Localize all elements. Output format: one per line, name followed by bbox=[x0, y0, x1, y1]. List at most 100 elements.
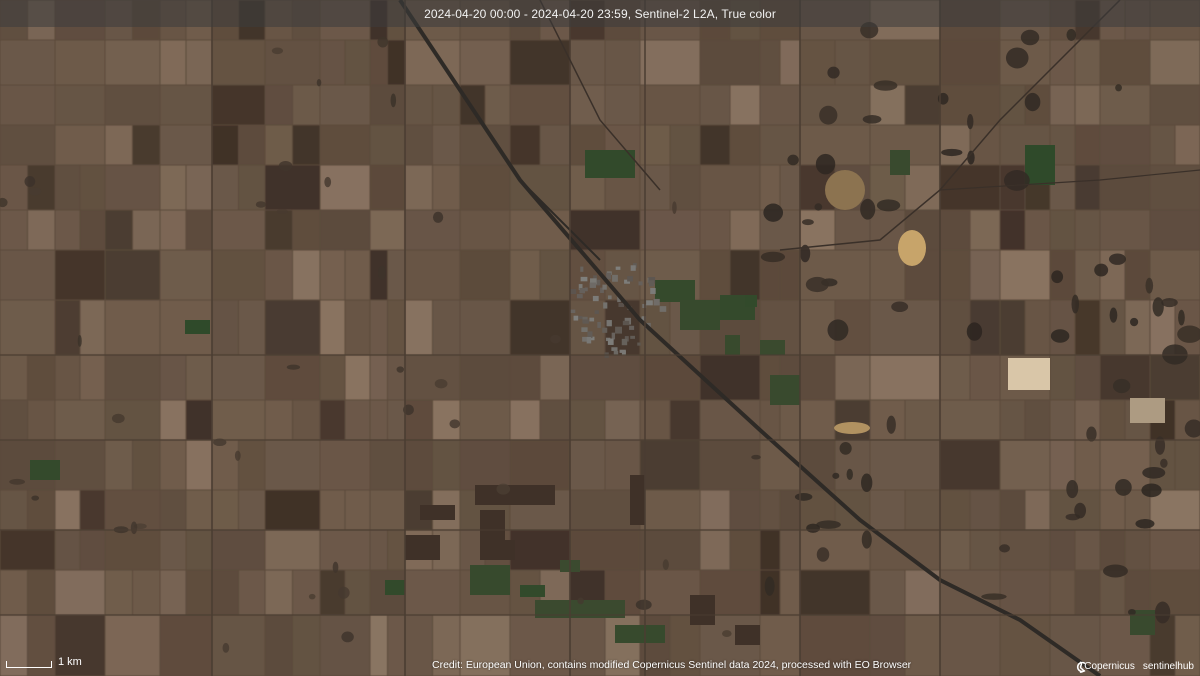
field-parcel bbox=[370, 85, 405, 125]
field-parcel bbox=[970, 125, 1000, 165]
vegetation-patch bbox=[751, 454, 761, 460]
field-parcel bbox=[320, 210, 370, 250]
town-block bbox=[576, 294, 583, 299]
vegetation-patch bbox=[672, 201, 677, 215]
vegetation-patch bbox=[635, 599, 652, 610]
field-parcel bbox=[320, 40, 345, 85]
field-parcel bbox=[1000, 570, 1050, 615]
town-block bbox=[602, 284, 607, 290]
vegetation-patch bbox=[31, 495, 40, 501]
town-block bbox=[637, 342, 641, 346]
vegetation-patch bbox=[396, 366, 404, 373]
vegetation-patch bbox=[860, 198, 876, 220]
field-parcel bbox=[186, 490, 212, 530]
field-parcel bbox=[835, 40, 870, 85]
field-parcel bbox=[1175, 440, 1200, 490]
town-block bbox=[621, 338, 628, 346]
field-parcel bbox=[700, 530, 730, 570]
vegetation-patch bbox=[130, 521, 138, 535]
vegetation-patch bbox=[722, 630, 732, 637]
vegetation-patch bbox=[764, 576, 775, 596]
vegetation-patch bbox=[1154, 601, 1171, 624]
field-parcel bbox=[1050, 210, 1075, 250]
field-parcel bbox=[133, 440, 160, 490]
crop-field bbox=[680, 300, 720, 330]
satellite-map[interactable]: 2024-04-20 00:00 - 2024-04-20 23:59, Sen… bbox=[0, 0, 1200, 676]
vegetation-patch bbox=[111, 413, 125, 424]
field-parcel bbox=[605, 85, 640, 125]
crop-field bbox=[30, 460, 60, 480]
field-parcel bbox=[1050, 85, 1075, 125]
field-parcel bbox=[0, 570, 27, 615]
field-parcel bbox=[1075, 570, 1100, 615]
field-parcel bbox=[370, 125, 405, 165]
town-block bbox=[615, 266, 621, 270]
town-block bbox=[659, 306, 667, 312]
crop-field bbox=[745, 295, 757, 307]
town-block bbox=[581, 327, 588, 332]
town-block bbox=[638, 281, 643, 286]
town-block bbox=[578, 316, 583, 320]
field-parcel bbox=[1100, 210, 1150, 250]
sentinelhub-logo[interactable]: sentinelhub bbox=[1079, 661, 1194, 673]
vegetation-patch bbox=[819, 105, 838, 125]
town-block bbox=[629, 325, 635, 330]
field-parcel bbox=[186, 440, 212, 490]
field-parcel bbox=[293, 570, 320, 615]
field-parcel bbox=[510, 355, 540, 400]
field-parcel bbox=[433, 85, 460, 125]
field-parcel bbox=[640, 530, 700, 570]
field-parcel bbox=[345, 355, 370, 400]
field-parcel bbox=[940, 615, 1000, 676]
field-parcel bbox=[760, 530, 780, 570]
field-parcel bbox=[800, 570, 870, 615]
vegetation-patch bbox=[1112, 378, 1131, 394]
field-parcel bbox=[1050, 355, 1075, 400]
field-parcel bbox=[105, 530, 160, 570]
scale-bar-line bbox=[6, 661, 52, 668]
field-parcel bbox=[780, 570, 800, 615]
field-parcel bbox=[80, 490, 105, 530]
vegetation-patch bbox=[1141, 483, 1162, 498]
vegetation-patch bbox=[276, 209, 288, 214]
field-parcel bbox=[940, 440, 1000, 490]
field-parcel bbox=[370, 355, 387, 400]
vegetation-patch bbox=[338, 586, 350, 599]
field-parcel bbox=[405, 85, 432, 125]
field-parcel bbox=[160, 40, 186, 85]
dark-parcel bbox=[500, 540, 515, 560]
copernicus-logo[interactable]: Copernicus bbox=[1077, 661, 1135, 673]
field-parcel bbox=[80, 355, 105, 400]
field-parcel bbox=[1125, 300, 1150, 355]
field-parcel bbox=[370, 490, 405, 530]
field-parcel bbox=[370, 440, 405, 490]
town-block bbox=[573, 315, 579, 321]
vegetation-patch bbox=[999, 544, 1010, 553]
field-parcel bbox=[160, 615, 212, 676]
field-parcel bbox=[905, 165, 940, 210]
vegetation-patch bbox=[1135, 519, 1155, 529]
field-parcel bbox=[160, 440, 186, 490]
field-parcel bbox=[940, 355, 970, 400]
field-parcel bbox=[460, 300, 510, 355]
town-block bbox=[615, 326, 623, 334]
field-parcel bbox=[212, 40, 265, 85]
field-parcel bbox=[460, 440, 510, 490]
field-parcel bbox=[570, 490, 640, 530]
field-parcel bbox=[700, 165, 760, 210]
field-parcel bbox=[940, 125, 970, 165]
town-block bbox=[648, 280, 655, 287]
vegetation-patch bbox=[832, 472, 840, 479]
vegetation-patch bbox=[1071, 294, 1080, 314]
bright-patch bbox=[1130, 398, 1165, 423]
field-parcel bbox=[186, 165, 212, 210]
field-parcel bbox=[28, 570, 55, 615]
vegetation-patch bbox=[1115, 84, 1122, 92]
field-parcel bbox=[1125, 250, 1150, 300]
dark-parcel bbox=[475, 485, 555, 505]
field-parcel bbox=[0, 250, 55, 300]
provider-logos: Copernicus sentinelhub bbox=[1076, 661, 1194, 673]
field-parcel bbox=[212, 570, 238, 615]
field-parcel bbox=[320, 165, 370, 210]
field-parcel bbox=[55, 440, 105, 490]
